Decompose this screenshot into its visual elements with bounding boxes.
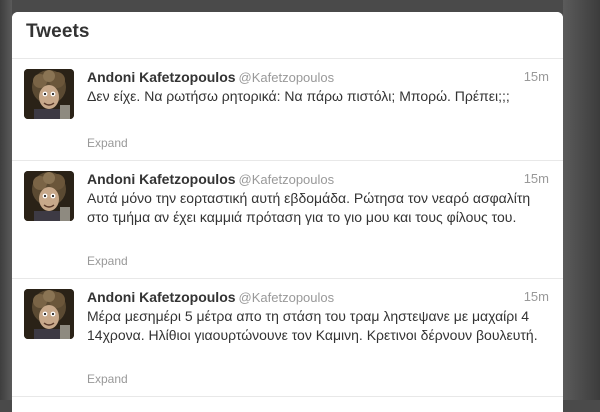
tweet-timestamp[interactable]: 15m [524,69,549,84]
background-right [563,0,600,400]
tweet-item[interactable]: Andoni Kafetzopoulos @Kafetzopoulos 15m Μ… [12,279,563,397]
tweet-fullname[interactable]: Andoni Kafetzopoulos [87,171,236,187]
panel-title: Tweets [26,21,90,42]
avatar[interactable] [24,69,74,119]
tweet-username[interactable]: @Kafetzopoulos [239,70,335,85]
tweet-timestamp[interactable]: 15m [524,289,549,304]
background-left [0,0,12,400]
expand-link[interactable]: Expand [87,136,128,150]
tweets-panel: Tweets Andoni Kafetzopoulos @Kafetzopoul… [12,12,563,412]
tweet-header: Andoni Kafetzopoulos @Kafetzopoulos [87,170,334,189]
tweet-fullname[interactable]: Andoni Kafetzopoulos [87,69,236,85]
tweet-timestamp[interactable]: 15m [524,171,549,186]
tweet-header: Andoni Kafetzopoulos @Kafetzopoulos [87,68,334,87]
avatar-image [24,171,74,221]
tweet-item[interactable]: Andoni Kafetzopoulos @Kafetzopoulos 15m Δ… [12,59,563,161]
avatar-image [24,289,74,339]
avatar[interactable] [24,289,74,339]
tweet-fullname[interactable]: Andoni Kafetzopoulos [87,289,236,305]
avatar[interactable] [24,171,74,221]
tweet-text: Αυτά μόνο την εορταστική αυτή εβδομάδα. … [87,190,531,225]
tweet-username[interactable]: @Kafetzopoulos [239,290,335,305]
tweet-text: Δεν είχε. Να ρωτήσω ρητορικά: Να πάρω πι… [87,88,510,104]
expand-link[interactable]: Expand [87,372,128,386]
avatar-image [24,69,74,119]
tweet-header: Andoni Kafetzopoulos @Kafetzopoulos [87,288,334,307]
tweet-text: Μέρα μεσημέρι 5 μέτρα απο τη στάση του τ… [87,308,538,343]
tweet-item[interactable]: Andoni Kafetzopoulos @Kafetzopoulos 15m Α… [12,161,563,279]
expand-link[interactable]: Expand [87,254,128,268]
panel-header: Tweets [12,12,563,59]
tweet-username[interactable]: @Kafetzopoulos [239,172,335,187]
